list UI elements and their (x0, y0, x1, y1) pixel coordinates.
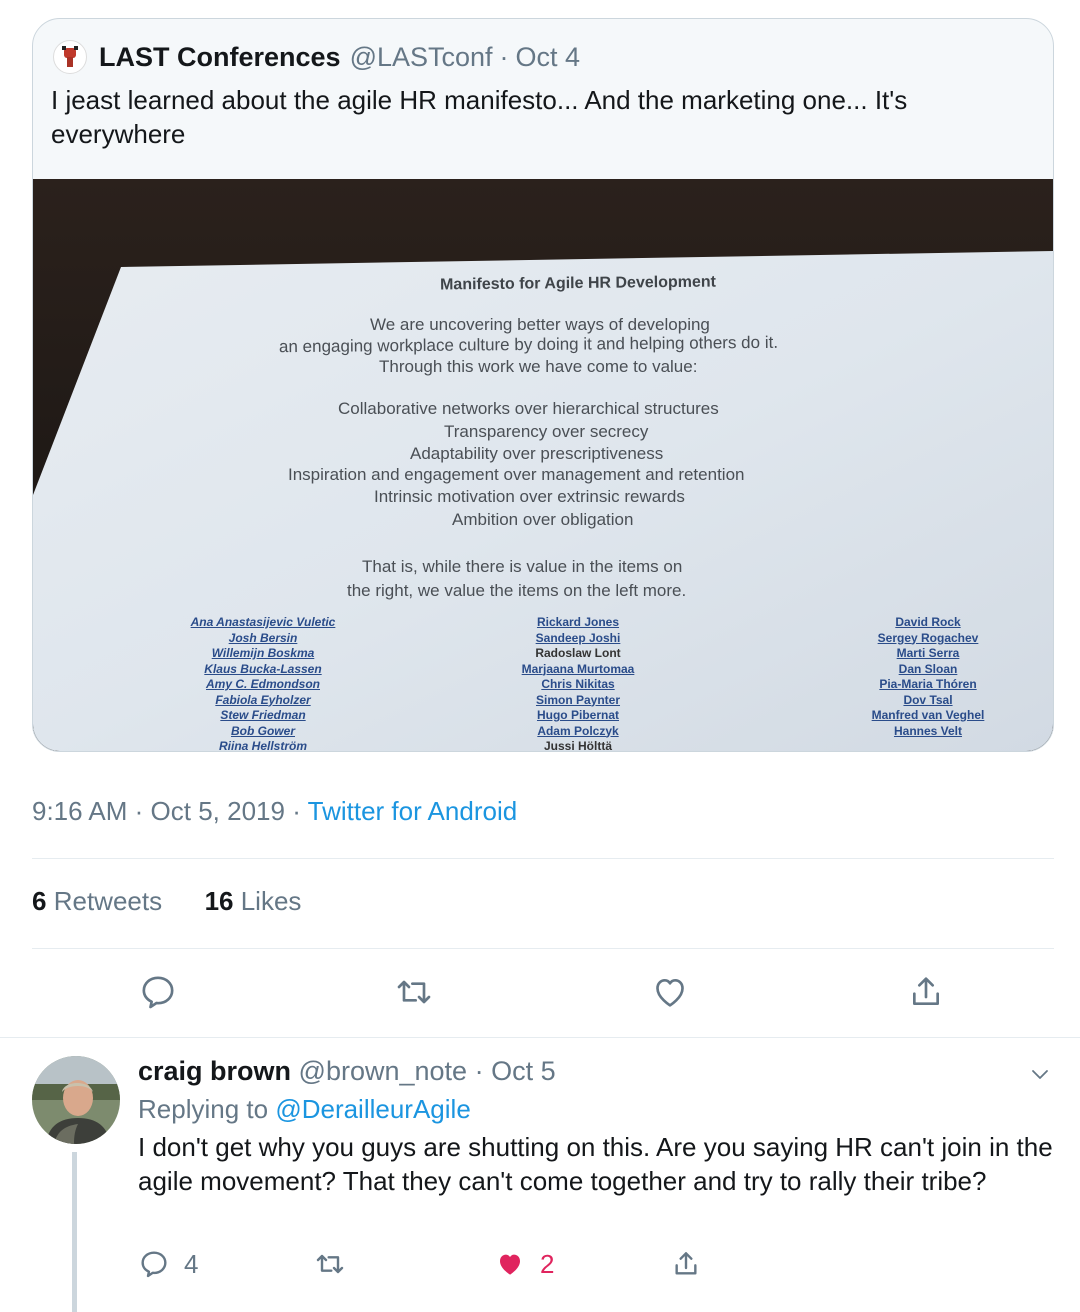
heart-filled-icon (500, 1254, 520, 1275)
replying-to-prefix: Replying to (138, 1094, 269, 1124)
reply-date[interactable]: Oct 5 (491, 1056, 556, 1086)
signatory: Simon Paynter (535, 692, 621, 707)
manifesto-value-line: Collaborative networks over hierarchical… (338, 399, 719, 418)
tweet-date[interactable]: Oct 5, 2019 (151, 796, 285, 826)
reply-icon[interactable] (138, 972, 178, 1012)
tweet-client-link[interactable]: Twitter for Android (308, 796, 518, 826)
signatory: Marjaana Murtomaa (521, 661, 635, 676)
signatory: Sandeep Joshi (535, 630, 621, 645)
quoted-avatar[interactable] (53, 40, 87, 74)
like-count: 2 (540, 1248, 555, 1279)
retweet-icon[interactable] (394, 972, 434, 1012)
tweet-meta: 9:16 AM · Oct 5, 2019 · Twitter for Andr… (32, 796, 517, 827)
signatory: Bob Gower (230, 723, 295, 738)
signatory: Amy C. Edmondson (205, 677, 320, 691)
manifesto-text: Manifesto for Agile HR Development We ar… (33, 179, 1053, 751)
manifesto-value-line: Transparency over secrecy (444, 422, 649, 441)
likes-stat[interactable]: 16 Likes (205, 886, 302, 916)
reply-author-handle[interactable]: @brown_note (299, 1056, 468, 1086)
signatory: Stew Friedman (220, 708, 306, 722)
signatory: David Rock (895, 615, 961, 629)
replying-to-link[interactable]: @DerailleurAgile (275, 1094, 470, 1124)
retweets-label: Retweets (53, 886, 163, 916)
manifesto-title: Manifesto for Agile HR Development (439, 273, 717, 294)
quoted-tweet-date[interactable]: Oct 4 (516, 42, 581, 73)
signatory: Adam Polczyk (537, 723, 619, 738)
reply-text: I don't get why you guys are shutting on… (138, 1132, 1053, 1196)
quoted-author-handle[interactable]: @LASTconf (350, 42, 493, 73)
signatory: Sergey Rogachev (877, 630, 979, 645)
like-button[interactable]: 2 (494, 1248, 554, 1280)
retweet-button[interactable] (314, 1248, 360, 1280)
reply-header: craig brown @brown_note · Oct 5 (138, 1056, 556, 1087)
manifesto-value-line: Ambition over obligation (452, 510, 634, 529)
retweet-icon (316, 1254, 344, 1274)
divider (32, 858, 1054, 859)
divider (32, 948, 1054, 949)
manifesto-value-line: Adaptability over prescriptiveness (410, 444, 664, 463)
signatory: Chris Nikitas (541, 677, 615, 691)
signatory: Radoslaw Lont (535, 646, 621, 660)
manifesto-closing-line: the right, we value the items on the lef… (347, 581, 687, 600)
separator-dot: · (499, 41, 509, 72)
retweets-stat[interactable]: 6 Retweets (32, 886, 162, 916)
signatory: Dan Sloan (898, 661, 958, 676)
retweets-count: 6 (32, 886, 47, 916)
signatory: Hugo Pibernat (536, 708, 619, 722)
likes-count: 16 (204, 886, 234, 916)
signatory: Marti Serra (896, 646, 960, 660)
signatory: Josh Bersin (228, 630, 298, 645)
reply-button[interactable]: 4 (138, 1248, 198, 1280)
reply-count: 4 (184, 1248, 199, 1279)
signatory: Rickard Jones (536, 615, 620, 629)
tweet-time[interactable]: 9:16 AM (32, 796, 127, 826)
manifesto-value-line: Intrinsic motivation over extrinsic rewa… (374, 487, 685, 506)
tweet-photo[interactable]: Manifesto for Agile HR Development We ar… (33, 179, 1053, 751)
signatory: Hannes Velt (893, 723, 963, 738)
manifesto-intro-line: Through this work we have come to value: (379, 357, 698, 376)
replying-to: Replying to @DerailleurAgile (138, 1094, 471, 1125)
heart-icon[interactable] (650, 972, 690, 1012)
signatories-right: David Rock Sergey Rogachev Marti Serra D… (843, 615, 1013, 739)
fist-logo-icon (62, 46, 78, 67)
signatory: Riina Hellström (218, 739, 308, 751)
reply-author-name[interactable]: craig brown (138, 1056, 291, 1086)
manifesto-intro-line: We are uncovering better ways of develop… (370, 315, 710, 334)
thread-line (72, 1152, 77, 1312)
quoted-tweet-text: I jeast learned about the agile HR manif… (51, 85, 908, 149)
share-button[interactable] (670, 1248, 716, 1280)
reply-action-bar: 4 2 (138, 1248, 1038, 1288)
tweet-action-bar (0, 972, 1080, 1016)
signatory: Jussi Hölttä (543, 739, 612, 751)
signatories-left: Ana Anastasijevic Vuletic Josh Bersin Wi… (173, 615, 353, 751)
reply-icon (141, 1251, 167, 1278)
tweet-stats: 6 Retweets 16 Likes (32, 886, 301, 917)
avatar[interactable] (32, 1056, 120, 1144)
share-icon[interactable] (906, 972, 946, 1012)
share-icon (675, 1252, 697, 1275)
quoted-tweet-card[interactable]: LAST Conferences @LASTconf · Oct 4 I jea… (32, 18, 1054, 752)
signatory: Willemijn Boskma (211, 646, 315, 660)
separator-dot: · (134, 796, 144, 826)
signatory: Manfred van Veghel (871, 708, 985, 722)
signatory: Dov Tsal (903, 692, 953, 707)
signatory: Klaus Bucka-Lassen (204, 661, 322, 676)
separator-dot: · (474, 1056, 484, 1086)
separator-dot: · (292, 796, 301, 826)
manifesto-intro-line: an engaging workplace culture by doing i… (278, 332, 779, 357)
avatar-photo (32, 1056, 120, 1144)
signatories-middle: Rickard Jones Sandeep Joshi Radoslaw Lon… (503, 615, 653, 751)
signatory: Ana Anastasijevic Vuletic (190, 615, 336, 629)
quoted-author-name[interactable]: LAST Conferences (99, 42, 341, 73)
likes-label: Likes (240, 886, 302, 916)
chevron-down-icon[interactable] (1028, 1062, 1052, 1086)
manifesto-value-line: Inspiration and engagement over manageme… (288, 465, 745, 484)
signatory: Fabiola Eyholzer (215, 692, 311, 707)
signatory: Pia-Maria Thóren (879, 677, 977, 691)
quoted-tweet-header: LAST Conferences @LASTconf · Oct 4 (53, 39, 580, 75)
divider (0, 1037, 1080, 1038)
manifesto-closing-line: That is, while there is value in the ite… (362, 557, 683, 576)
